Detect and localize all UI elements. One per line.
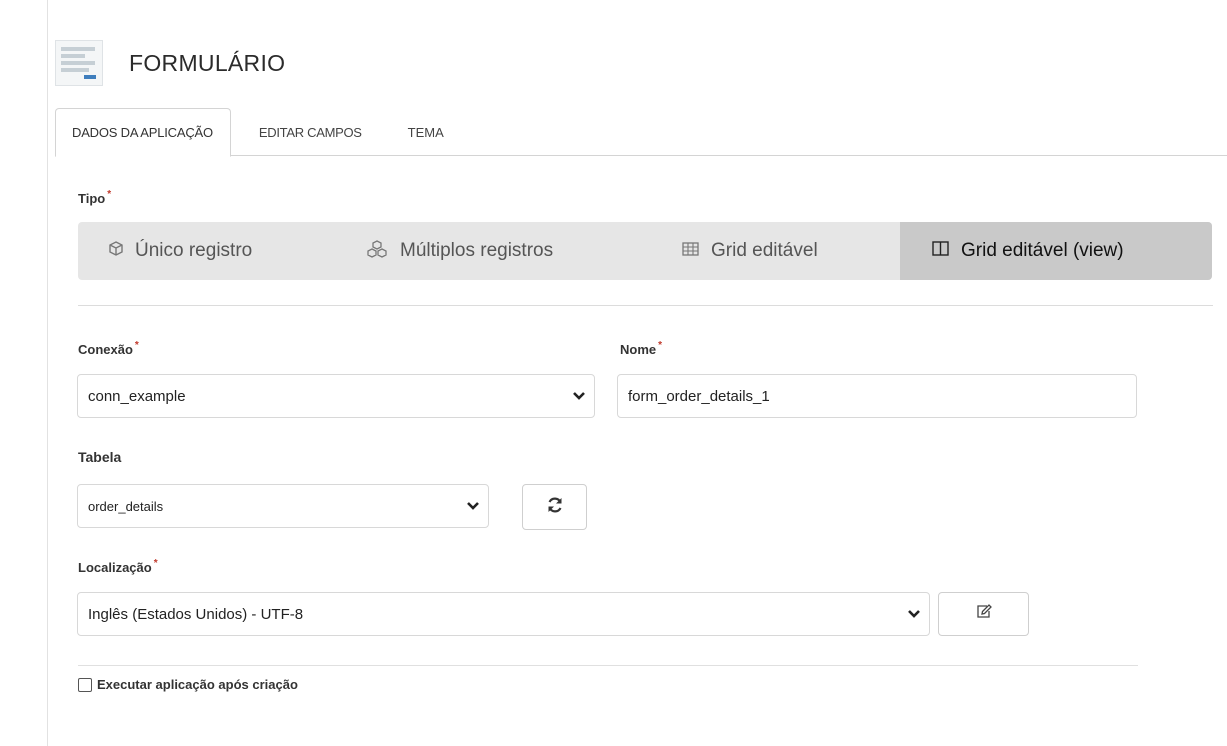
edit-icon [976,604,992,624]
localizacao-label-text: Localização [78,560,152,575]
refresh-tables-button[interactable] [522,484,587,530]
tipo-selector: Único registro Múltiplos registros Grid … [78,222,1212,280]
tipo-option-multiplos-registros[interactable]: Múltiplos registros [348,222,658,280]
tabela-label-text: Tabela [78,449,122,465]
cube-icon [109,241,123,261]
section-divider [78,305,1213,306]
tipo-label: Tipo * [78,189,112,206]
left-border [47,0,48,746]
page-header: FORMULÁRIO [55,40,285,86]
localizacao-underline [78,665,1138,666]
conexao-label: Conexão * [78,340,139,357]
tabela-select[interactable]: order_details [77,484,489,528]
nome-value: form_order_details_1 [628,387,770,405]
page-title: FORMULÁRIO [129,49,286,76]
tab-editar-campos[interactable]: EDITAR CAMPOS [259,108,362,156]
conexao-value: conn_example [88,387,186,405]
tab-bar: DADOS DA APLICAÇÃO EDITAR CAMPOS TEMA [55,108,1227,157]
executar-label: Executar aplicação após criação [97,677,298,692]
tipo-option-label: Grid editável [711,240,818,261]
required-mark: * [153,558,158,569]
nome-label: Nome * [620,340,663,357]
form-icon [55,40,103,86]
conexao-label-text: Conexão [78,342,133,357]
localizacao-select[interactable]: Inglês (Estados Unidos) - UTF-8 [77,592,930,636]
localizacao-label: Localização * [78,558,158,575]
nome-label-text: Nome [620,342,657,357]
nome-input[interactable]: form_order_details_1 [617,374,1137,418]
tipo-option-grid-editavel-view[interactable]: Grid editável (view) [900,222,1212,280]
chevron-down-icon [458,501,488,511]
chevron-down-icon [564,391,594,401]
executar-checkbox[interactable] [78,677,92,692]
conexao-select[interactable]: conn_example [77,374,595,418]
columns-icon [932,241,949,261]
required-mark: * [107,189,112,200]
tipo-label-text: Tipo [78,191,106,206]
required-mark: * [134,340,139,351]
chevron-down-icon [899,609,929,619]
tabela-label: Tabela [78,449,121,465]
refresh-icon [546,496,564,519]
executar-row: Executar aplicação após criação [78,677,298,692]
edit-localizacao-button[interactable] [938,592,1029,636]
tipo-option-label: Grid editável (view) [961,240,1124,261]
table-icon [682,241,699,261]
cubes-icon [366,239,388,263]
required-mark: * [658,340,663,351]
tipo-option-label: Múltiplos registros [400,240,554,261]
localizacao-value: Inglês (Estados Unidos) - UTF-8 [88,605,304,623]
tabela-value: order_details [88,498,164,514]
tipo-option-label: Único registro [135,240,253,261]
tipo-option-grid-editavel[interactable]: Grid editável [658,222,900,280]
tab-dados-da-aplicacao[interactable]: DADOS DA APLICAÇÃO [55,108,231,157]
tab-tema[interactable]: TEMA [408,108,444,156]
tipo-option-unico-registro[interactable]: Único registro [78,222,348,280]
